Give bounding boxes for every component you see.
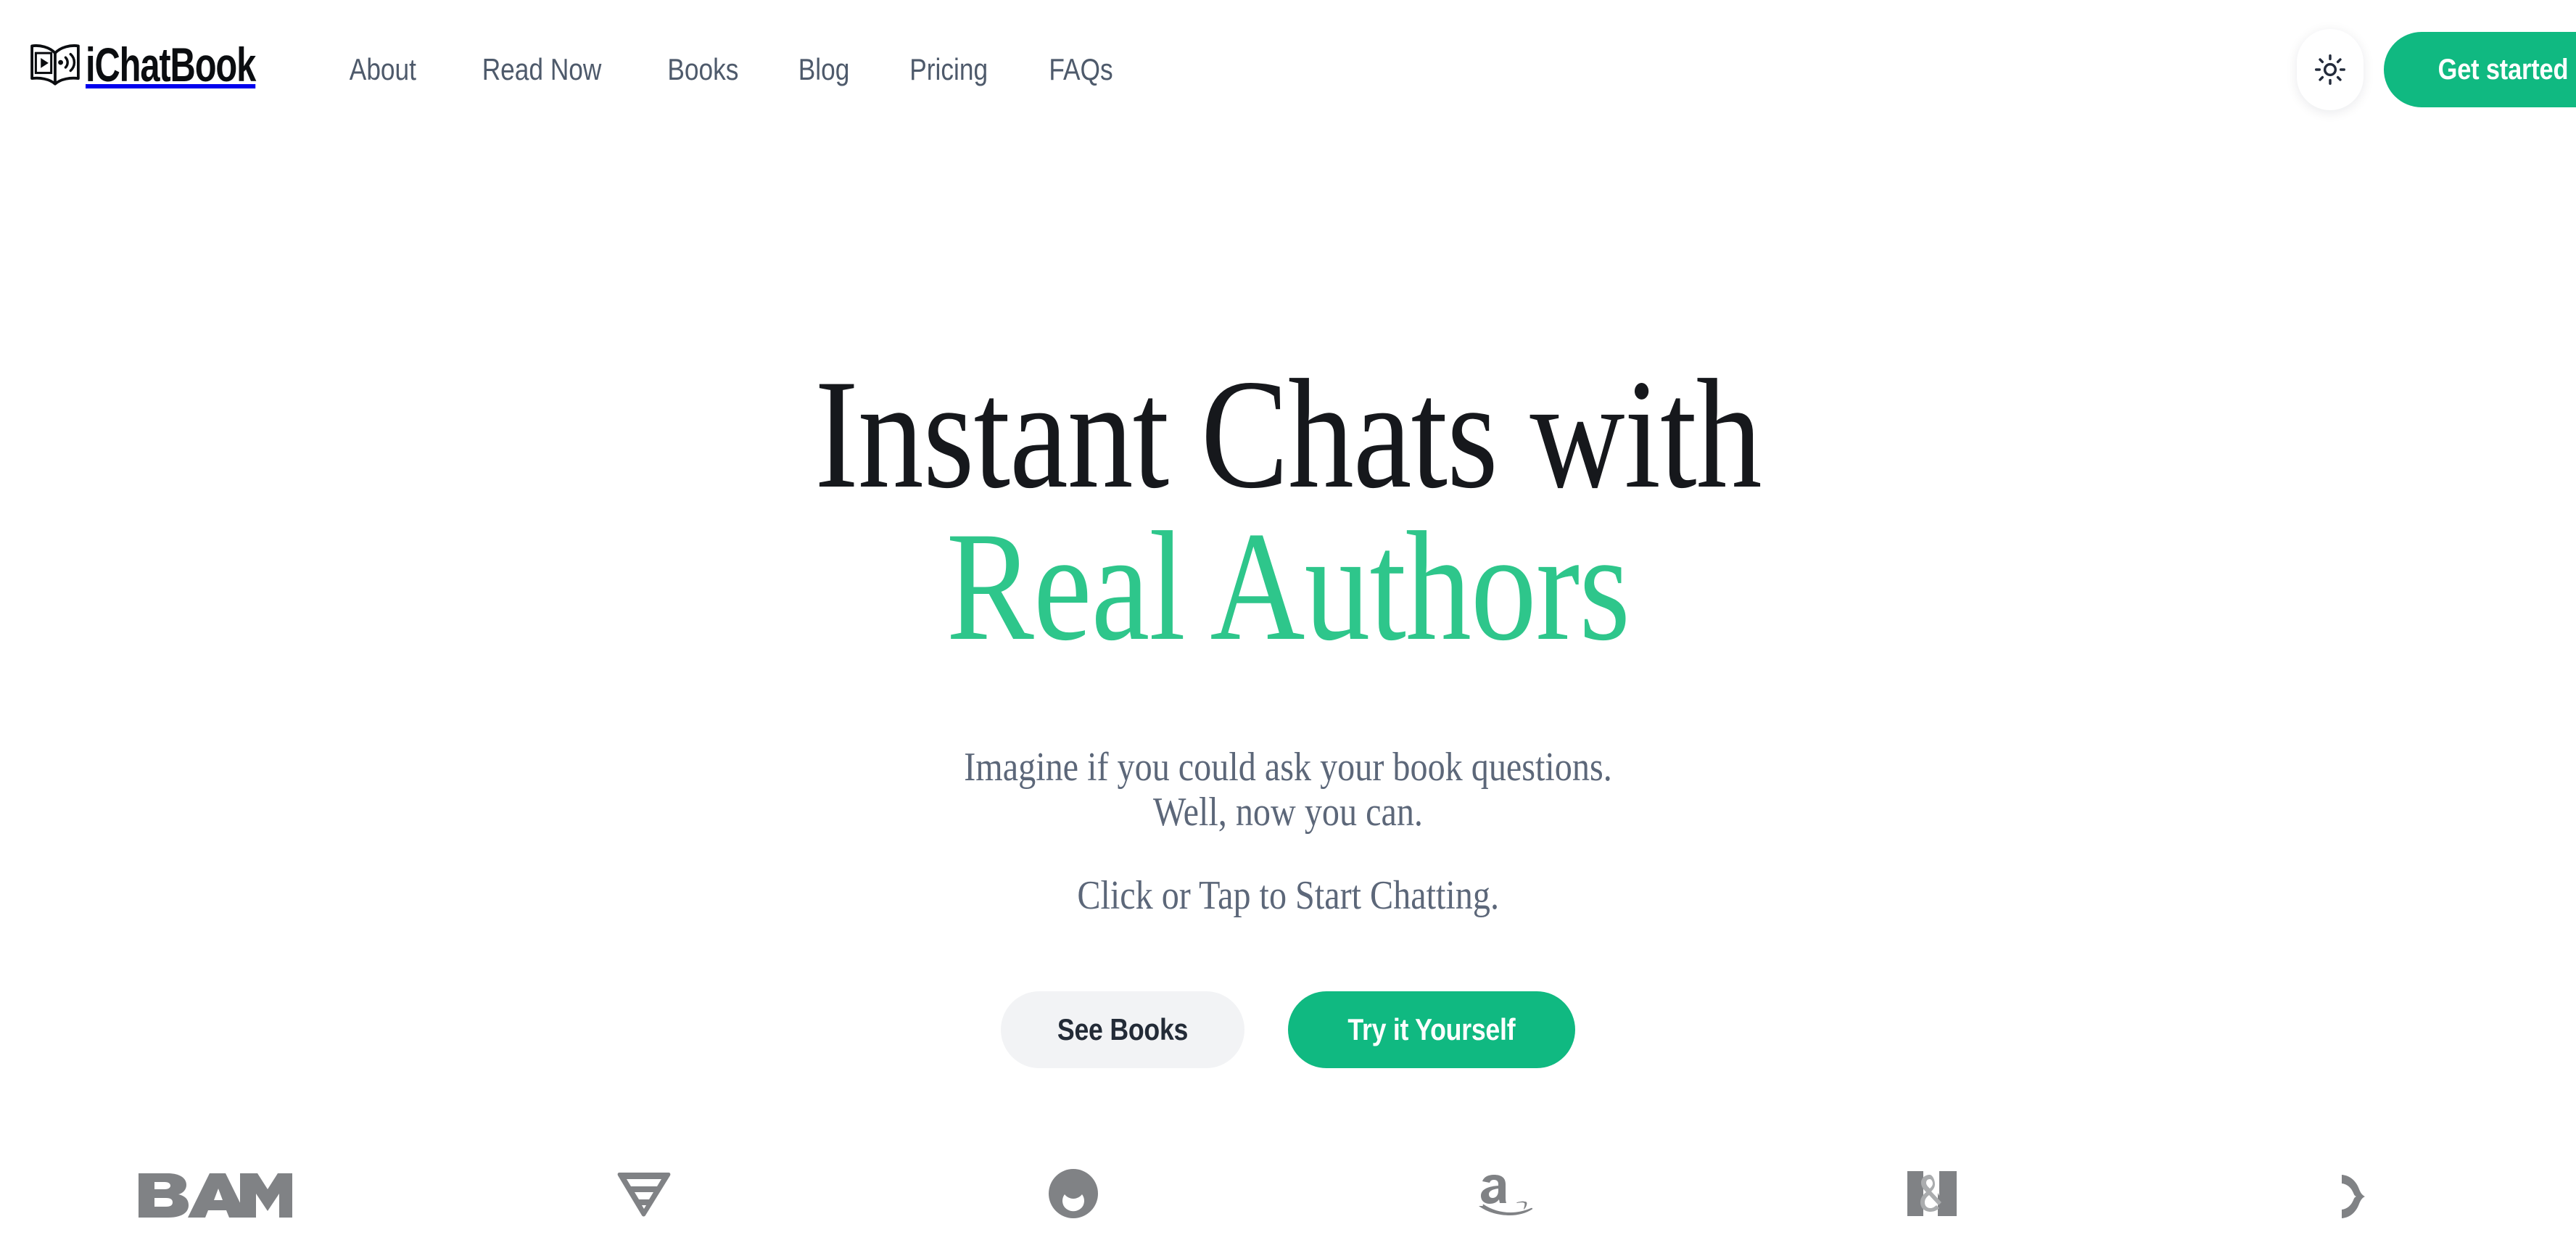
brand-name: iChatBook bbox=[86, 38, 256, 91]
see-books-label: See Books bbox=[1057, 1012, 1189, 1046]
nav-item-blog[interactable]: Blog bbox=[778, 52, 870, 87]
nav-item-about[interactable]: About bbox=[329, 52, 437, 87]
inverted-triangle-logo bbox=[617, 1169, 671, 1218]
partner-logo-kobo[interactable] bbox=[859, 1139, 1288, 1248]
get-started-label: Get started bbox=[2437, 53, 2569, 86]
nav-item-read-now[interactable]: Read Now bbox=[462, 52, 622, 87]
hero-title-line-1: Instant Chats with bbox=[814, 347, 1762, 521]
partner-logo-amazon[interactable] bbox=[1288, 1139, 1717, 1248]
header-actions: Get started bbox=[2297, 29, 2576, 110]
partner-logo-bam[interactable] bbox=[0, 1139, 429, 1248]
amazon-logo bbox=[1470, 1169, 1535, 1218]
partner-logo-bookshop[interactable] bbox=[2147, 1139, 2576, 1248]
landing-page: iChatBook About Read Now Books Blog Pric… bbox=[0, 0, 2576, 1248]
hero-subtitle-line-2: Well, now you can. bbox=[1153, 790, 1423, 835]
wing-logo bbox=[2340, 1169, 2383, 1218]
get-started-button[interactable]: Get started bbox=[2384, 32, 2576, 107]
partner-logo-barnes-and-noble[interactable] bbox=[1717, 1139, 2147, 1248]
hero-subtitle-line-1: Imagine if you could ask your book quest… bbox=[964, 745, 1612, 790]
see-books-button[interactable]: See Books bbox=[1001, 991, 1245, 1068]
nav-item-faqs[interactable]: FAQs bbox=[1029, 52, 1134, 87]
partner-logo-vellum[interactable] bbox=[429, 1139, 859, 1248]
brand-logo-link[interactable]: iChatBook bbox=[28, 41, 315, 88]
page-title: Instant Chats with Real Authors bbox=[0, 347, 2576, 673]
kobo-logo bbox=[1049, 1169, 1098, 1218]
hero-cta-prompt: Click or Tap to Start Chatting. bbox=[0, 874, 2576, 917]
try-it-yourself-label: Try it Yourself bbox=[1347, 1012, 1516, 1046]
site-header: iChatBook About Read Now Books Blog Pric… bbox=[0, 0, 2576, 145]
hero-button-group: See Books Try it Yourself bbox=[0, 991, 2576, 1068]
nav-item-pricing[interactable]: Pricing bbox=[889, 52, 1007, 87]
try-it-yourself-button[interactable]: Try it Yourself bbox=[1288, 991, 1575, 1068]
theme-toggle-button[interactable] bbox=[2297, 29, 2364, 110]
sun-icon bbox=[2314, 54, 2346, 86]
hero-cta-prompt-text: Click or Tap to Start Chatting. bbox=[1077, 873, 1499, 918]
hero-title-line-2: Real Authors bbox=[946, 500, 1630, 673]
partner-logo-strip bbox=[0, 1139, 2576, 1248]
books-a-million-logo bbox=[137, 1169, 292, 1218]
nav-item-books[interactable]: Books bbox=[647, 52, 758, 87]
open-book-with-play-and-soundwaves-icon bbox=[28, 42, 83, 87]
hero-subtitle: Imagine if you could ask your book quest… bbox=[0, 745, 2576, 835]
barnes-and-noble-logo bbox=[1906, 1169, 1958, 1218]
main-navigation: About Read Now Books Blog Pricing FAQs bbox=[319, 52, 1143, 87]
